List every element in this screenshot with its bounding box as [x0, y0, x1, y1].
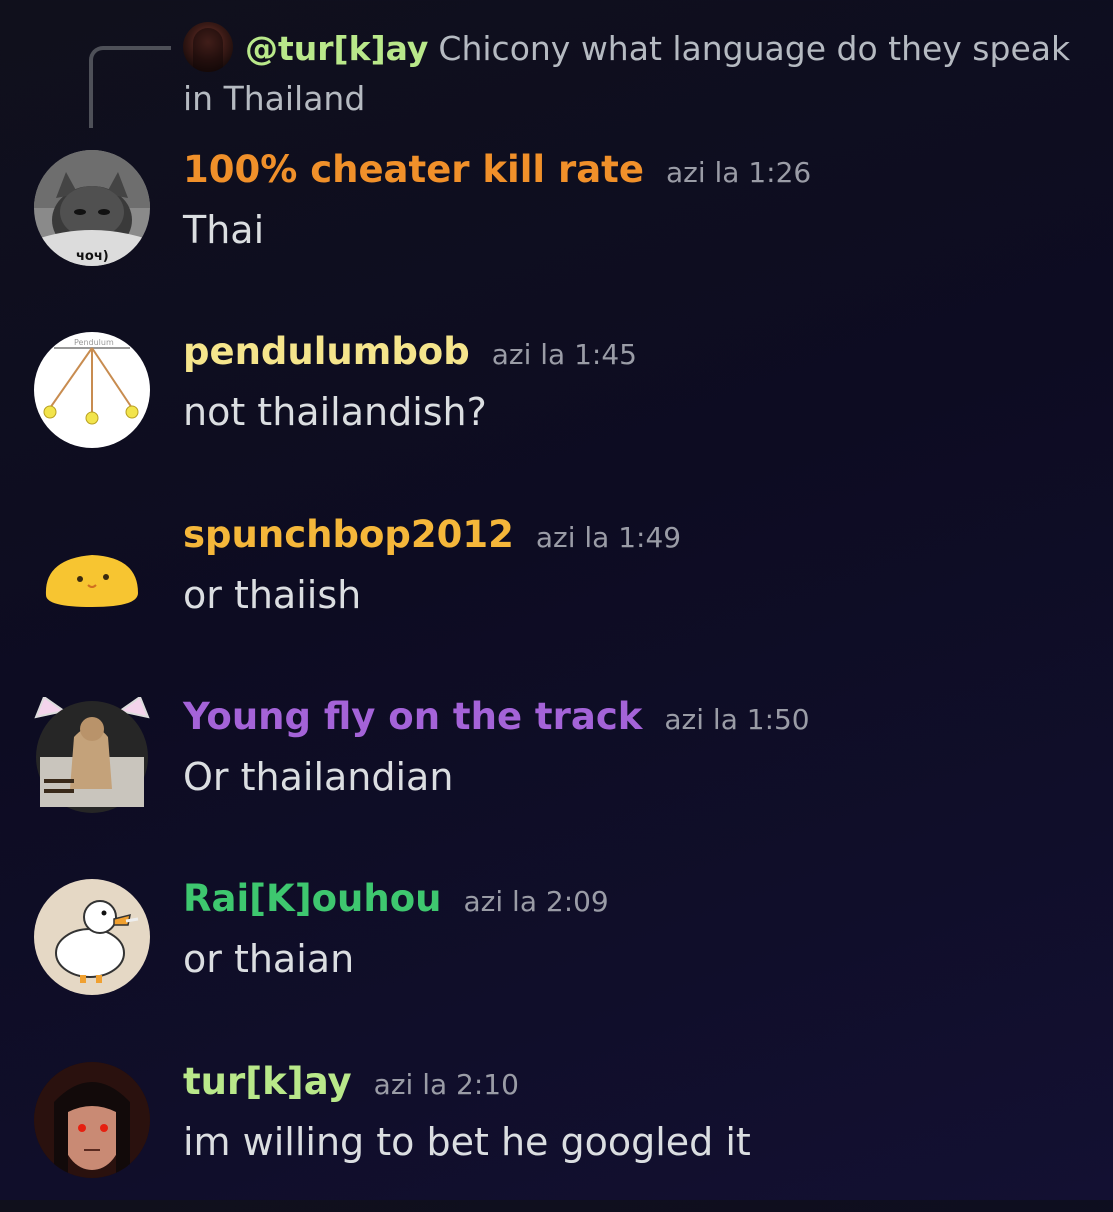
- message-header: spunchbop2012 azi la 1:49: [183, 513, 681, 556]
- message-header: tur[k]ay azi la 2:10: [183, 1060, 519, 1103]
- message-header: Rai[K]ouhou azi la 2:09: [183, 877, 609, 920]
- message-text: not thailandish?: [183, 390, 487, 434]
- avatar-caption: чоч): [76, 249, 109, 264]
- message-header: pendulumbob azi la 1:45: [183, 330, 637, 373]
- user-avatar[interactable]: Pendulum: [34, 332, 150, 448]
- message: tur[k]ay azi la 2:10 im willing to bet he…: [0, 1060, 1113, 1212]
- duck-avatar-icon: [34, 879, 150, 995]
- avatar-caption: Pendulum: [74, 338, 114, 347]
- dark-hair-red-eyes-avatar-icon: [34, 1062, 150, 1178]
- username[interactable]: 100% cheater kill rate: [183, 148, 644, 191]
- user-avatar[interactable]: [34, 515, 150, 631]
- message-header: 100% cheater kill rate azi la 1:26: [183, 148, 811, 191]
- username[interactable]: spunchbop2012: [183, 513, 514, 556]
- message-header: Young fly on the track azi la 1:50: [183, 695, 810, 738]
- reply-author-name[interactable]: @tur[k]ay: [245, 29, 428, 68]
- gray-cat-avatar-icon: чоч): [34, 150, 150, 266]
- message-text: Or thailandian: [183, 755, 454, 799]
- message: Pendulum pendulumbob azi la 1:45 not thai…: [0, 330, 1113, 482]
- chat-message-list: @tur[k]ay Chicony what language do they s…: [0, 0, 1113, 1200]
- timestamp: azi la 1:50: [664, 703, 810, 736]
- message: Young fly on the track azi la 1:50 Or tha…: [0, 695, 1113, 847]
- reply-author-avatar[interactable]: [183, 22, 233, 72]
- username[interactable]: tur[k]ay: [183, 1060, 352, 1103]
- reply-preview[interactable]: @tur[k]ay Chicony what language do they s…: [183, 22, 1083, 124]
- timestamp: azi la 1:49: [535, 521, 682, 554]
- pendulum-avatar-icon: Pendulum: [34, 332, 150, 448]
- cougar-cat-ears-avatar-icon: [34, 697, 150, 813]
- reply-connector-line: [89, 46, 171, 128]
- username[interactable]: Rai[K]ouhou: [183, 877, 442, 920]
- message: чоч) 100% cheater kill rate azi la 1:26 T…: [0, 148, 1113, 300]
- user-avatar[interactable]: [34, 697, 150, 813]
- user-avatar[interactable]: [34, 879, 150, 995]
- message: Rai[K]ouhou azi la 2:09 or thaian: [0, 877, 1113, 1029]
- message-text: im willing to bet he googled it: [183, 1120, 751, 1164]
- message-text: Thai: [183, 208, 265, 252]
- timestamp: azi la 2:09: [463, 885, 609, 918]
- message: spunchbop2012 azi la 1:49 or thaiish: [0, 513, 1113, 665]
- timestamp: azi la 1:26: [665, 156, 812, 189]
- username[interactable]: pendulumbob: [183, 330, 470, 373]
- user-avatar[interactable]: чоч): [34, 150, 150, 266]
- username[interactable]: Young fly on the track: [183, 695, 642, 738]
- user-avatar[interactable]: [34, 1062, 150, 1178]
- message-text: or thaiish: [183, 573, 362, 617]
- yellow-blob-avatar-icon: [45, 555, 138, 607]
- timestamp: azi la 1:45: [491, 338, 637, 371]
- timestamp: azi la 2:10: [373, 1068, 519, 1101]
- message-text: or thaian: [183, 937, 355, 981]
